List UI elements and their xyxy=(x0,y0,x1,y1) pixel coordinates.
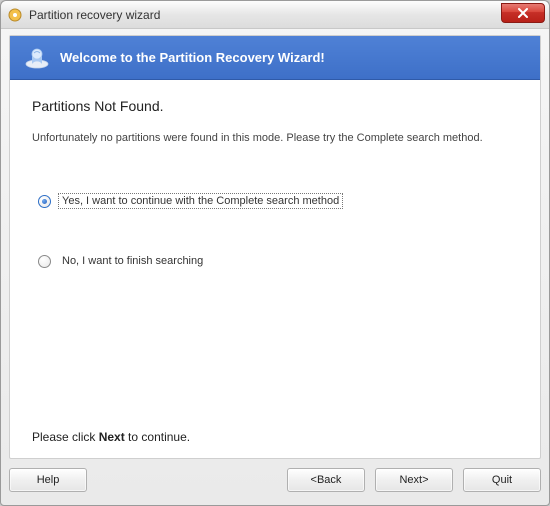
wizard-page: Partitions Not Found. Unfortunately no p… xyxy=(10,80,540,458)
radio-icon xyxy=(38,195,51,208)
back-button[interactable]: <Back xyxy=(287,468,365,492)
footer-instruction: Please click Next to continue. xyxy=(32,430,190,444)
page-description: Unfortunately no partitions were found i… xyxy=(32,132,518,144)
close-icon xyxy=(517,8,529,18)
wizard-banner: Welcome to the Partition Recovery Wizard… xyxy=(10,36,540,80)
wizard-window: Partition recovery wizard Welcome to the… xyxy=(0,0,550,506)
radio-icon xyxy=(38,255,51,268)
help-button[interactable]: Help xyxy=(9,468,87,492)
close-button[interactable] xyxy=(501,3,545,23)
wizard-icon xyxy=(24,47,50,69)
option-continue-complete[interactable]: Yes, I want to continue with the Complet… xyxy=(32,194,518,208)
quit-button[interactable]: Quit xyxy=(463,468,541,492)
title-bar[interactable]: Partition recovery wizard xyxy=(1,1,549,29)
next-button[interactable]: Next> xyxy=(375,468,453,492)
window-title: Partition recovery wizard xyxy=(29,8,160,22)
page-heading: Partitions Not Found. xyxy=(32,98,518,114)
banner-text: Welcome to the Partition Recovery Wizard… xyxy=(60,50,325,65)
content-frame: Welcome to the Partition Recovery Wizard… xyxy=(9,35,541,459)
option-finish-searching[interactable]: No, I want to finish searching xyxy=(32,254,518,268)
button-bar: Help <Back Next> Quit xyxy=(9,463,541,497)
radio-label: No, I want to finish searching xyxy=(59,254,206,268)
app-icon xyxy=(7,7,23,23)
radio-label: Yes, I want to continue with the Complet… xyxy=(59,194,342,208)
